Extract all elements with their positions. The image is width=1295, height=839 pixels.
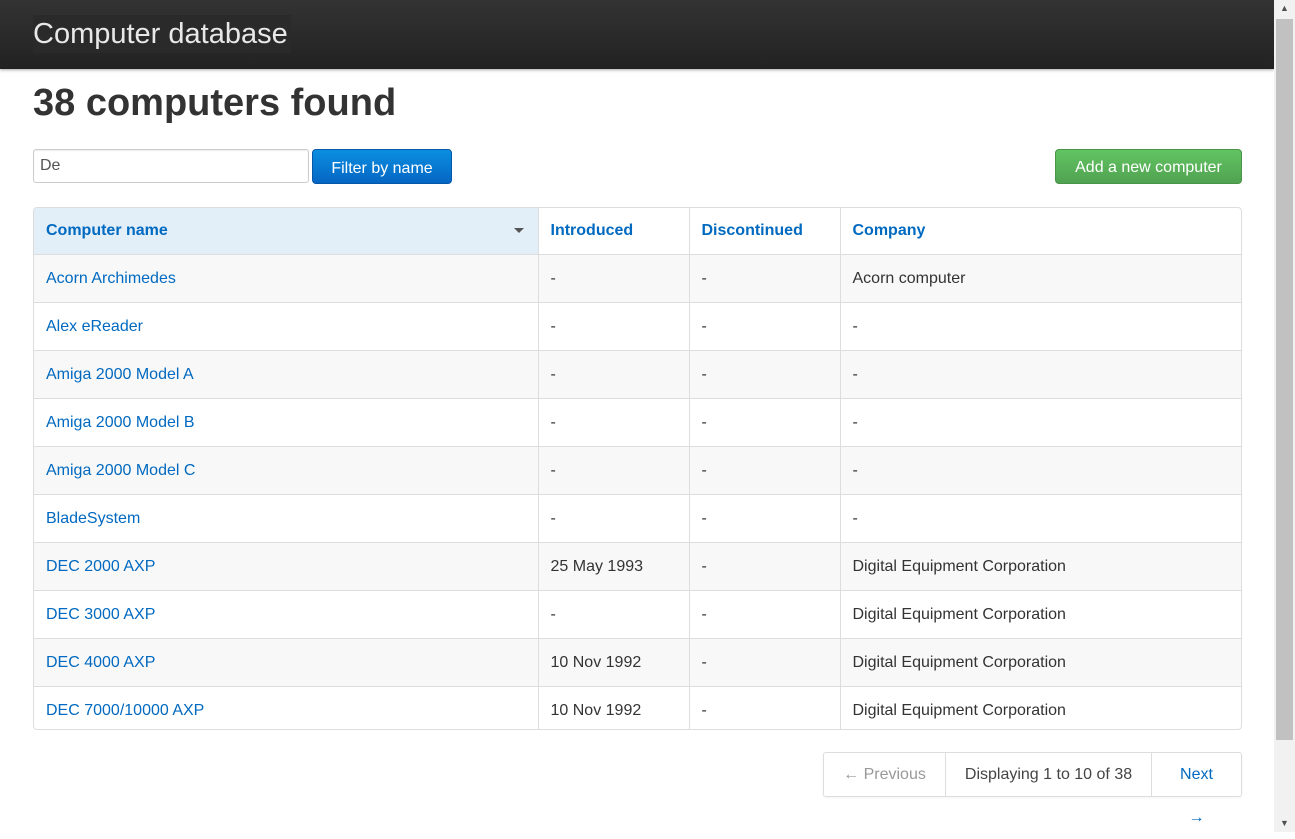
cell-computer-name: DEC 3000 AXP (34, 590, 538, 639)
computers-table: Computer name Introduced Discontinued Co… (33, 207, 1242, 730)
cell-discontinued: - (688, 254, 840, 303)
cell-company: - (839, 446, 1241, 495)
cell-introduced: - (537, 302, 689, 351)
cell-discontinued: - (688, 398, 840, 447)
cell-introduced: - (537, 254, 689, 303)
computer-link[interactable]: Amiga 2000 Model C (46, 462, 195, 479)
cell-discontinued: - (688, 494, 840, 543)
cell-discontinued: - (688, 638, 840, 687)
add-computer-button[interactable]: Add a new computer (1055, 149, 1242, 184)
cell-computer-name: DEC 4000 AXP (34, 638, 538, 687)
cell-company: Digital Equipment Corporation (839, 542, 1241, 591)
cell-computer-name: BladeSystem (34, 494, 538, 543)
computer-link[interactable]: DEC 7000/10000 AXP (46, 702, 204, 719)
scrollbar-thumb[interactable] (1276, 19, 1293, 740)
table-row: DEC 7000/10000 AXP 10 Nov 1992- Digital Eq… (34, 686, 1241, 729)
cell-introduced: - (537, 398, 689, 447)
table-row: DEC 2000 AXP 25 May 1993- Digital Equipmen… (34, 542, 1241, 591)
computer-link[interactable]: BladeSystem (46, 510, 140, 527)
page-title: 38 computers found (33, 82, 397, 124)
table-row: Alex eReader - - - (34, 302, 1241, 351)
table-row: Amiga 2000 Model A--- (34, 350, 1241, 399)
computer-link[interactable]: DEC 2000 AXP (46, 558, 155, 575)
cell-introduced: - (537, 350, 689, 399)
cell-computer-name: DEC 2000 AXP (34, 542, 538, 591)
cell-computer-name: Acorn Archimedes (34, 254, 538, 303)
cell-company: - (839, 350, 1241, 399)
cell-company: - (839, 302, 1241, 351)
pagination-status: Displaying 1 to 10 of 38 (945, 753, 1151, 796)
computer-link[interactable]: Amiga 2000 Model B (46, 414, 195, 431)
pagination: ← Previous Displaying 1 to 10 of 38 Next… (823, 752, 1242, 826)
column-header-company[interactable]: Company (839, 208, 1241, 255)
computer-link[interactable]: Amiga 2000 Model A (46, 366, 194, 383)
table-row: Amiga 2000 Model C--- (34, 446, 1241, 495)
cell-introduced: 10 Nov 1992 (537, 638, 689, 687)
cell-computer-name: Amiga 2000 Model B (34, 398, 538, 447)
scroll-up-arrow-icon[interactable]: ▲ (1274, 0, 1295, 17)
cell-discontinued: - (688, 302, 840, 351)
cell-introduced: - (537, 446, 689, 495)
previous-page-button: ← Previous (843, 766, 926, 783)
caret-down-icon (513, 228, 524, 233)
column-header-computer-name[interactable]: Computer name (34, 208, 538, 255)
cell-company: Digital Equipment Corporation (839, 686, 1241, 729)
table-header-row: Computer name Introduced Discontinued Co… (34, 208, 1241, 255)
cell-computer-name: DEC 7000/10000 AXP (34, 686, 538, 729)
app-title-link[interactable]: Computer database (33, 15, 291, 53)
cell-company: Acorn computer (839, 254, 1241, 303)
cell-introduced: - (537, 590, 689, 639)
next-page-button[interactable]: Next → (1151, 753, 1241, 826)
vertical-scrollbar[interactable]: ▲ ▼ (1274, 0, 1295, 832)
table-row: DEC 4000 AXP 10 Nov 1992- Digital Equipmen… (34, 638, 1241, 687)
computer-link[interactable]: Alex eReader (46, 318, 143, 335)
cell-discontinued: - (688, 686, 840, 729)
computer-link[interactable]: Acorn Archimedes (46, 270, 176, 287)
cell-introduced: 10 Nov 1992 (537, 686, 689, 729)
cell-company: Digital Equipment Corporation (839, 590, 1241, 639)
topbar: Computer database (0, 0, 1274, 69)
column-header-introduced[interactable]: Introduced (537, 208, 689, 255)
cell-company: Digital Equipment Corporation (839, 638, 1241, 687)
table-row: BladeSystem - - - (34, 494, 1241, 543)
cell-introduced: - (537, 494, 689, 543)
column-header-discontinued[interactable]: Discontinued (688, 208, 840, 255)
scroll-down-arrow-icon[interactable]: ▼ (1274, 815, 1295, 832)
cell-discontinued: - (688, 542, 840, 591)
cell-introduced: 25 May 1993 (537, 542, 689, 591)
computer-link[interactable]: DEC 4000 AXP (46, 654, 155, 671)
search-input[interactable] (33, 149, 309, 183)
filter-button[interactable]: Filter by name (312, 149, 452, 184)
table-row: Acorn Archimedes - - Acorn computer (34, 254, 1241, 303)
cell-computer-name: Alex eReader (34, 302, 538, 351)
table-row: DEC 3000 AXP - - Digital Equipment Corporat… (34, 590, 1241, 639)
cell-computer-name: Amiga 2000 Model A (34, 350, 538, 399)
cell-computer-name: Amiga 2000 Model C (34, 446, 538, 495)
cell-discontinued: - (688, 446, 840, 495)
table-row: Amiga 2000 Model B--- (34, 398, 1241, 447)
cell-discontinued: - (688, 590, 840, 639)
computer-link[interactable]: DEC 3000 AXP (46, 606, 155, 623)
cell-company: - (839, 398, 1241, 447)
cell-company: - (839, 494, 1241, 543)
cell-discontinued: - (688, 350, 840, 399)
